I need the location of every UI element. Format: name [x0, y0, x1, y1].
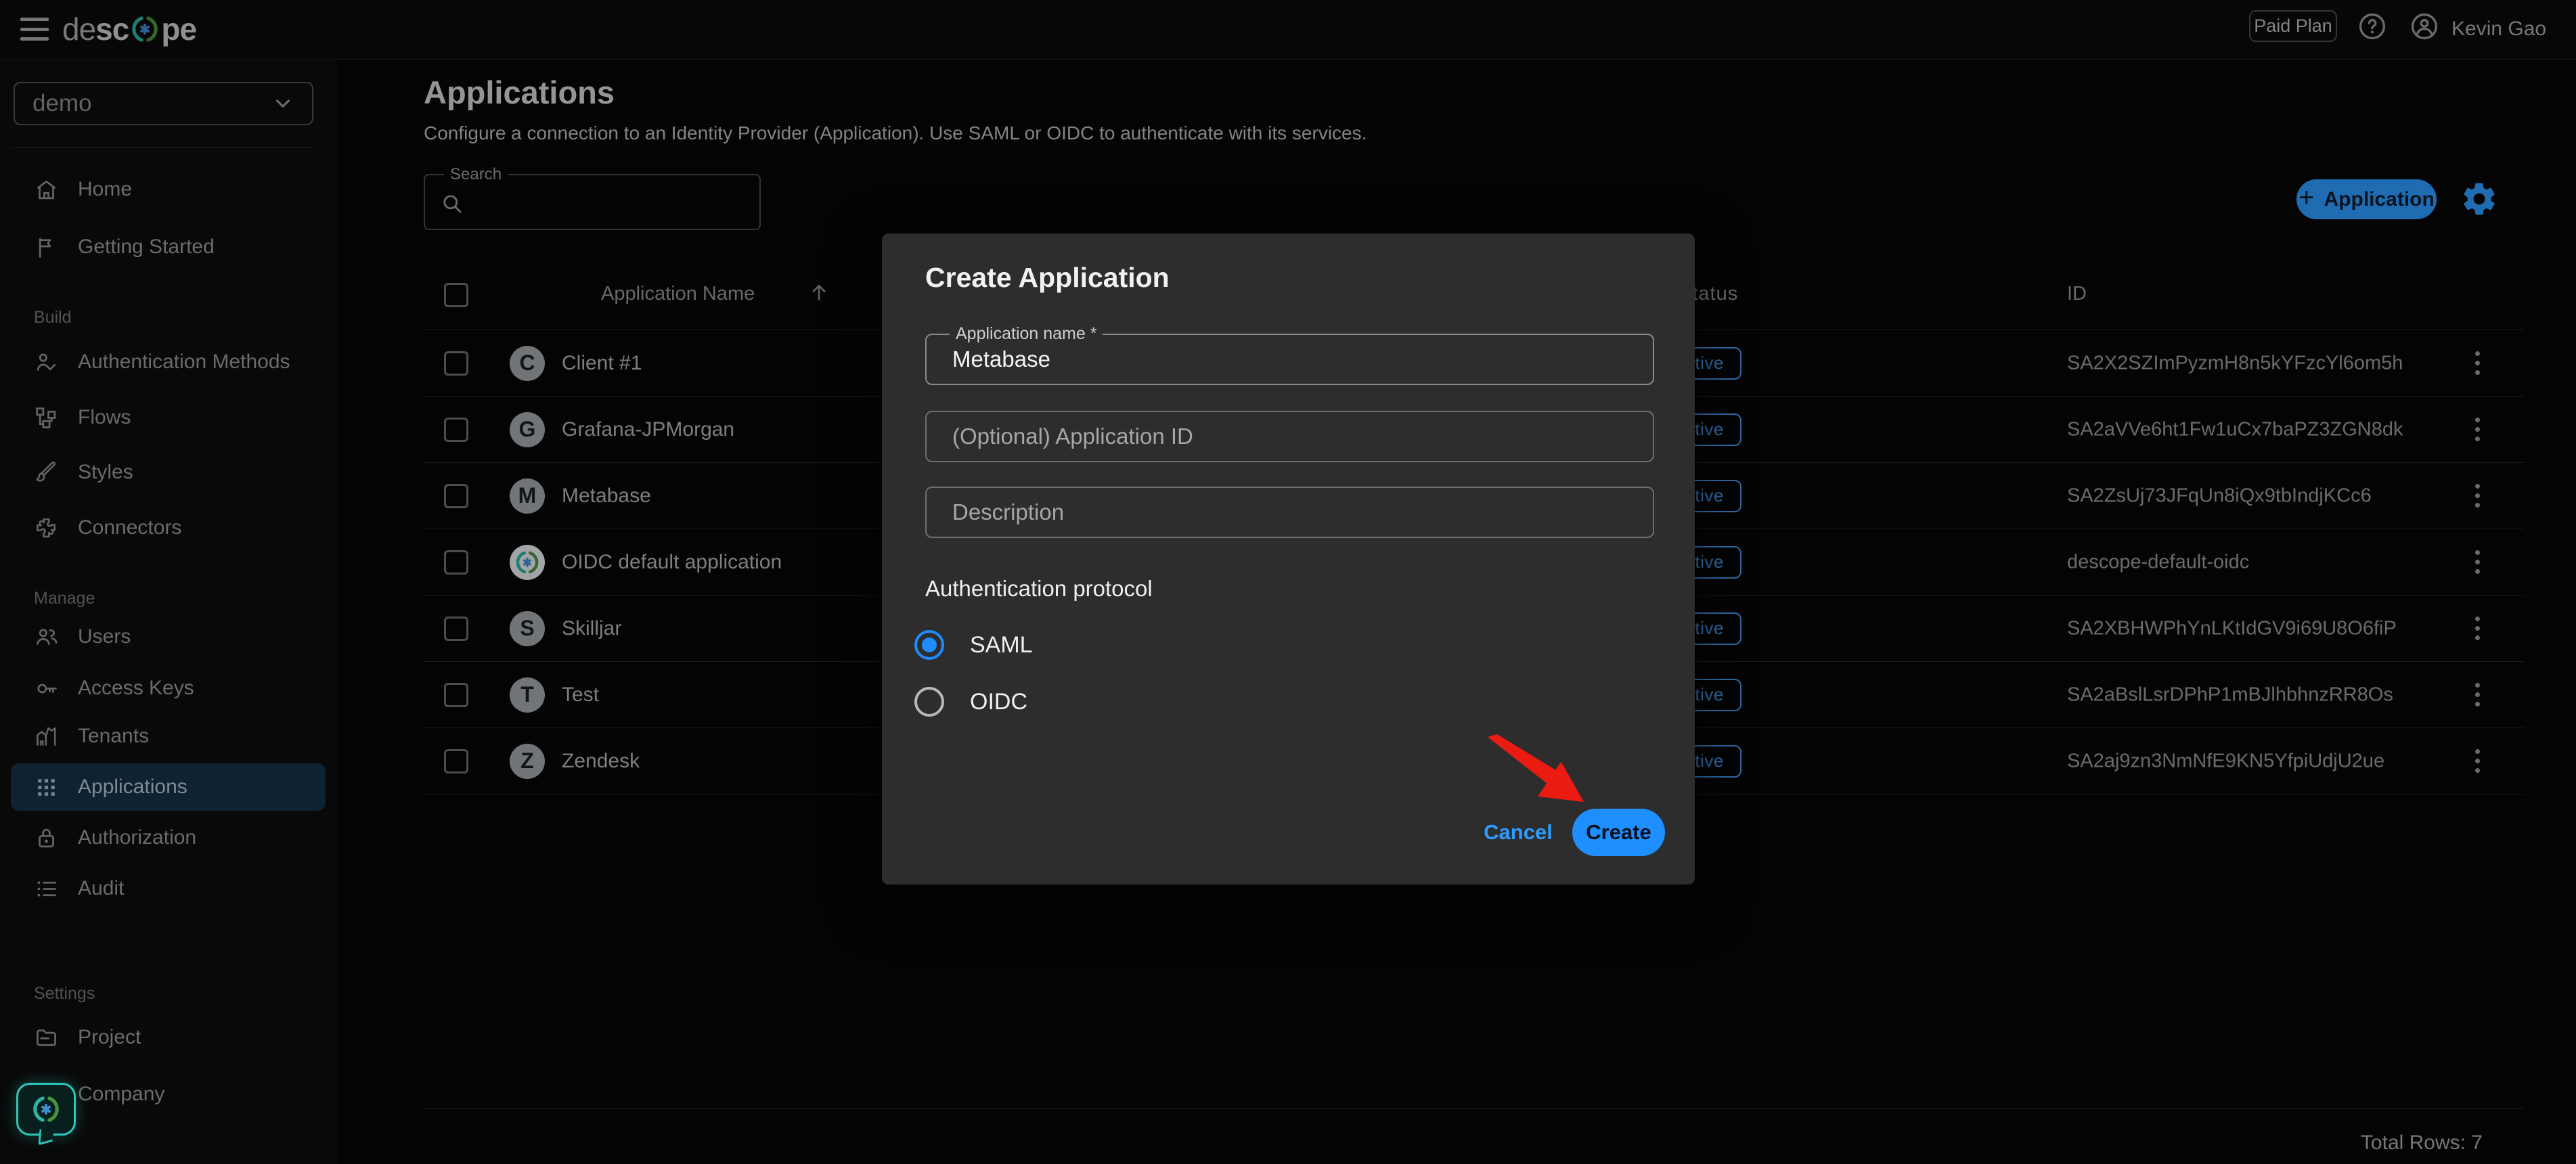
application-id-field[interactable]: [925, 411, 1654, 462]
create-application-dialog: Create Application Application name * Au…: [882, 233, 1695, 885]
descope-mark-icon: [30, 1094, 62, 1125]
oidc-radio-label: OIDC: [970, 688, 1027, 715]
saml-radio-button[interactable]: [914, 630, 944, 660]
dialog-title: Create Application: [925, 262, 1170, 293]
support-chat-button[interactable]: [16, 1083, 76, 1146]
oidc-radio-button[interactable]: [914, 687, 944, 717]
application-name-field[interactable]: Application name *: [925, 324, 1654, 385]
protocol-option-oidc[interactable]: OIDC: [914, 687, 1027, 717]
authentication-protocol-label: Authentication protocol: [925, 576, 1153, 601]
protocol-option-saml[interactable]: SAML: [914, 630, 1033, 660]
description-input[interactable]: [927, 488, 1653, 537]
cancel-button[interactable]: Cancel: [1478, 810, 1559, 855]
saml-radio-label: SAML: [970, 631, 1033, 658]
app-window: de sc pe Paid Plan Kevin Gao demo Home Get…: [0, 0, 2576, 1164]
application-name-input[interactable]: [927, 335, 1653, 384]
create-button[interactable]: Create: [1572, 809, 1665, 856]
description-field[interactable]: [925, 487, 1654, 538]
application-id-input[interactable]: [927, 412, 1653, 461]
